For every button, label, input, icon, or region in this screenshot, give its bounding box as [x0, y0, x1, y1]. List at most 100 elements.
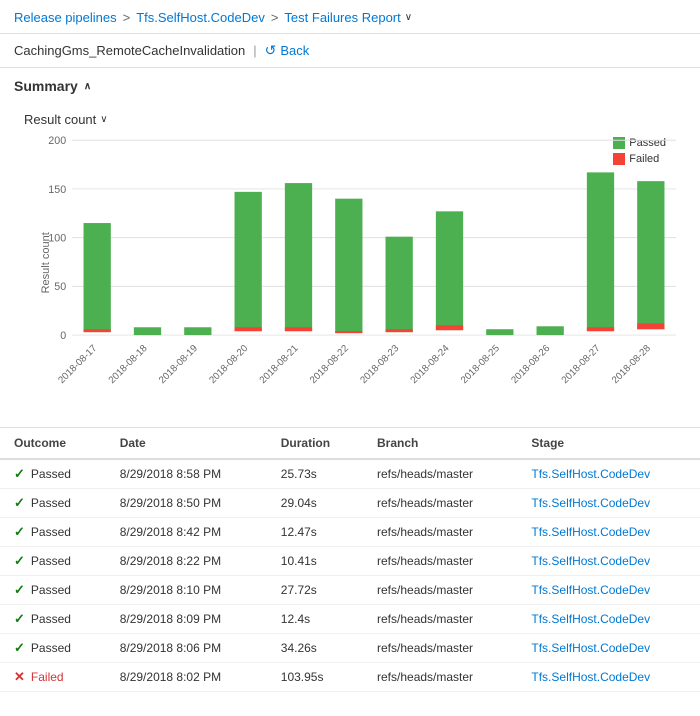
- outcome-cell: ✓ Passed: [0, 634, 106, 663]
- pass-icon: ✓: [14, 495, 25, 511]
- summary-header[interactable]: Summary ∧: [14, 78, 686, 94]
- date-cell: 8/29/2018 8:58 PM: [106, 459, 267, 489]
- breadcrumb-link-3[interactable]: Test Failures Report: [284, 10, 400, 25]
- back-button[interactable]: ↺ Back: [265, 42, 310, 59]
- outcome-cell: ✓ Passed: [0, 518, 106, 547]
- outcome-label: Passed: [31, 467, 71, 481]
- branch-cell: refs/heads/master: [363, 576, 517, 605]
- svg-text:2018-08-21: 2018-08-21: [258, 343, 301, 386]
- branch-cell: refs/heads/master: [363, 489, 517, 518]
- outcome-label: Passed: [31, 525, 71, 539]
- table-row[interactable]: ✓ Passed 8/29/2018 8:10 PM 27.72s refs/h…: [0, 576, 700, 605]
- pass-icon: ✓: [14, 640, 25, 656]
- table-row[interactable]: ✓ Passed 8/29/2018 8:22 PM 10.41s refs/h…: [0, 547, 700, 576]
- svg-text:2018-08-28: 2018-08-28: [610, 343, 653, 386]
- table-row[interactable]: ✓ Passed 8/29/2018 8:09 PM 12.4s refs/he…: [0, 605, 700, 634]
- pipeline-name: CachingGms_RemoteCacheInvalidation: [14, 43, 245, 58]
- duration-cell: 25.73s: [267, 459, 363, 489]
- svg-text:2018-08-17: 2018-08-17: [56, 343, 99, 386]
- svg-text:0: 0: [60, 330, 66, 342]
- date-cell: 8/29/2018 8:02 PM: [106, 663, 267, 692]
- results-table: Outcome Date Duration Branch Stage ✓ Pas…: [0, 428, 700, 692]
- svg-text:2018-08-19: 2018-08-19: [157, 343, 200, 386]
- table-row[interactable]: ✓ Passed 8/29/2018 8:50 PM 29.04s refs/h…: [0, 489, 700, 518]
- svg-text:2018-08-23: 2018-08-23: [358, 343, 401, 386]
- duration-cell: 10.41s: [267, 547, 363, 576]
- svg-text:200: 200: [48, 135, 66, 147]
- svg-text:2018-08-27: 2018-08-27: [560, 343, 603, 386]
- breadcrumb: Release pipelines > Tfs.SelfHost.CodeDev…: [0, 0, 700, 34]
- back-icon: ↺: [265, 42, 277, 59]
- outcome-label: Failed: [31, 670, 64, 684]
- outcome-cell: ✓ Passed: [0, 547, 106, 576]
- table-section: Outcome Date Duration Branch Stage ✓ Pas…: [0, 428, 700, 692]
- branch-cell: refs/heads/master: [363, 605, 517, 634]
- breadcrumb-link-1[interactable]: Release pipelines: [14, 10, 117, 25]
- outcome-label: Passed: [31, 641, 71, 655]
- sep1: >: [123, 10, 131, 25]
- pass-icon: ✓: [14, 582, 25, 598]
- stage-cell: Tfs.SelfHost.CodeDev: [517, 634, 700, 663]
- chart-drawing: 0501001502002018-08-172018-08-182018-08-…: [72, 137, 676, 357]
- outcome-label: Passed: [31, 583, 71, 597]
- table-row[interactable]: ✓ Passed 8/29/2018 8:06 PM 34.26s refs/h…: [0, 634, 700, 663]
- outcome-cell: ✓ Passed: [0, 605, 106, 634]
- chart-container: Result count ∨ PassedFailed Result count…: [14, 102, 686, 417]
- svg-text:2018-08-18: 2018-08-18: [107, 343, 150, 386]
- svg-text:2018-08-26: 2018-08-26: [509, 343, 552, 386]
- svg-text:2018-08-25: 2018-08-25: [459, 343, 502, 386]
- col-duration: Duration: [267, 428, 363, 459]
- duration-cell: 27.72s: [267, 576, 363, 605]
- stage-cell: Tfs.SelfHost.CodeDev: [517, 605, 700, 634]
- date-cell: 8/29/2018 8:50 PM: [106, 489, 267, 518]
- svg-text:2018-08-20: 2018-08-20: [207, 343, 250, 386]
- stage-cell: Tfs.SelfHost.CodeDev: [517, 518, 700, 547]
- branch-cell: refs/heads/master: [363, 547, 517, 576]
- back-label: Back: [280, 43, 309, 58]
- chart-title[interactable]: Result count ∨: [24, 112, 676, 127]
- col-date: Date: [106, 428, 267, 459]
- outcome-cell: ✓ Passed: [0, 489, 106, 518]
- duration-cell: 29.04s: [267, 489, 363, 518]
- chart-title-text: Result count: [24, 112, 96, 127]
- date-cell: 8/29/2018 8:22 PM: [106, 547, 267, 576]
- pass-icon: ✓: [14, 466, 25, 482]
- duration-cell: 12.4s: [267, 605, 363, 634]
- col-stage: Stage: [517, 428, 700, 459]
- outcome-label: Passed: [31, 496, 71, 510]
- svg-text:2018-08-22: 2018-08-22: [308, 343, 351, 386]
- sep2: >: [271, 10, 279, 25]
- branch-cell: refs/heads/master: [363, 634, 517, 663]
- branch-cell: refs/heads/master: [363, 459, 517, 489]
- col-branch: Branch: [363, 428, 517, 459]
- table-row[interactable]: ✕ Failed 8/29/2018 8:02 PM 103.95s refs/…: [0, 663, 700, 692]
- duration-cell: 34.26s: [267, 634, 363, 663]
- svg-text:2018-08-24: 2018-08-24: [409, 343, 452, 386]
- breadcrumb-link-2[interactable]: Tfs.SelfHost.CodeDev: [136, 10, 265, 25]
- stage-cell: Tfs.SelfHost.CodeDev: [517, 576, 700, 605]
- table-header-row: Outcome Date Duration Branch Stage: [0, 428, 700, 459]
- outcome-label: Passed: [31, 554, 71, 568]
- duration-cell: 12.47s: [267, 518, 363, 547]
- summary-caret: ∧: [84, 81, 91, 92]
- pass-icon: ✓: [14, 553, 25, 569]
- col-outcome: Outcome: [0, 428, 106, 459]
- stage-cell: Tfs.SelfHost.CodeDev: [517, 489, 700, 518]
- pass-icon: ✓: [14, 524, 25, 540]
- y-axis-label: Result count: [40, 253, 52, 293]
- pipe-separator: |: [253, 43, 256, 58]
- svg-text:100: 100: [48, 233, 66, 245]
- pass-icon: ✓: [14, 611, 25, 627]
- chart-area: PassedFailed Result count 05010015020020…: [24, 137, 676, 417]
- fail-icon: ✕: [14, 669, 25, 685]
- date-cell: 8/29/2018 8:09 PM: [106, 605, 267, 634]
- stage-cell: Tfs.SelfHost.CodeDev: [517, 663, 700, 692]
- branch-cell: refs/heads/master: [363, 518, 517, 547]
- summary-section: Summary ∧ Result count ∨ PassedFailed Re…: [0, 68, 700, 428]
- table-row[interactable]: ✓ Passed 8/29/2018 8:42 PM 12.47s refs/h…: [0, 518, 700, 547]
- breadcrumb-chevron: ∨: [405, 12, 412, 23]
- table-row[interactable]: ✓ Passed 8/29/2018 8:58 PM 25.73s refs/h…: [0, 459, 700, 489]
- summary-label: Summary: [14, 78, 78, 94]
- outcome-label: Passed: [31, 612, 71, 626]
- date-cell: 8/29/2018 8:42 PM: [106, 518, 267, 547]
